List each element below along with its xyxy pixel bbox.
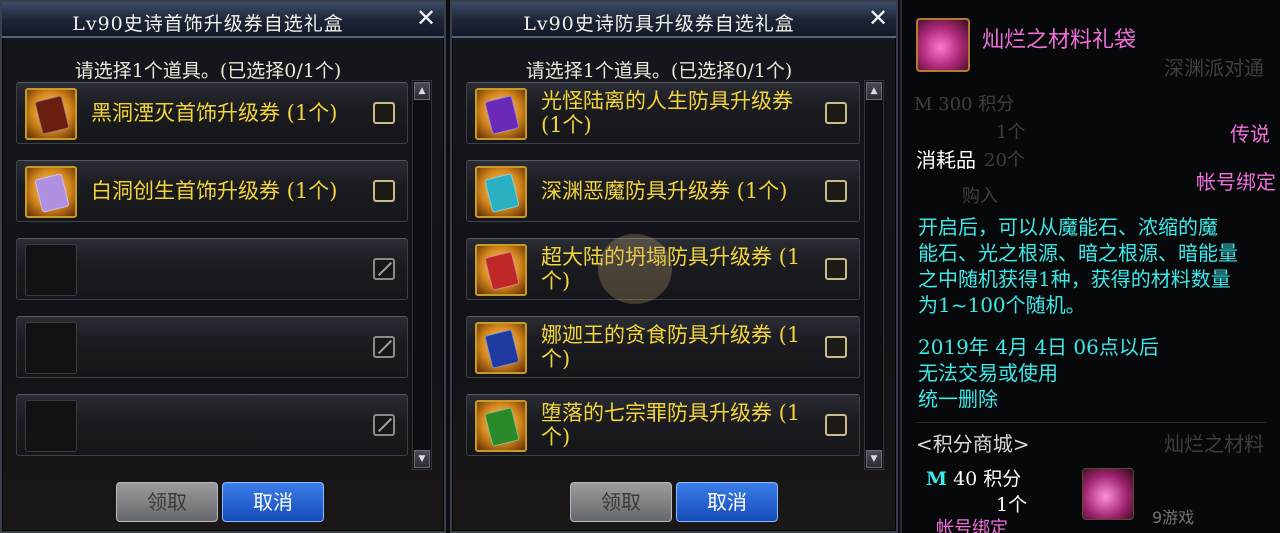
- ghost-text: 20个: [984, 150, 1025, 171]
- take-button[interactable]: 领取: [570, 482, 672, 522]
- expiry-notice: 2019年 4月 4日 06点以后 无法交易或使用 统一删除: [918, 334, 1159, 412]
- price-quantity: 1个: [996, 494, 1028, 516]
- close-icon[interactable]: ✕: [866, 4, 890, 32]
- select-checkbox[interactable]: [373, 180, 395, 202]
- item-label: 光怪陆离的人生防具升级券 (1个): [541, 89, 793, 137]
- list-item[interactable]: [16, 238, 408, 300]
- scroll-up-arrow-icon[interactable]: ▲: [866, 82, 882, 100]
- upgrade-ticket-icon: [475, 244, 527, 296]
- price-value: 40 积分: [953, 468, 1022, 490]
- select-checkbox[interactable]: [825, 258, 847, 280]
- item-grade: 传说: [1230, 122, 1270, 146]
- ghost-text: 深渊派对通: [1164, 56, 1264, 80]
- description-line: 为1~100个随机。: [918, 293, 1086, 317]
- ticket-card-icon: [484, 173, 520, 213]
- cancel-button[interactable]: 取消: [676, 482, 778, 522]
- description-line: 之中随机获得1种，获得的材料数量: [918, 267, 1231, 291]
- scroll-down-arrow-icon[interactable]: ▼: [866, 450, 882, 468]
- disabled-checkbox-icon: [373, 258, 395, 280]
- ghost-text: 购入: [962, 186, 998, 207]
- list-item[interactable]: 光怪陆离的人生防具升级券 (1个): [466, 82, 860, 144]
- expiry-line: 统一删除: [918, 387, 998, 411]
- select-checkbox[interactable]: [825, 180, 847, 202]
- upgrade-ticket-icon: [475, 88, 527, 140]
- ghost-text: 灿烂之材料: [1164, 432, 1264, 456]
- item-description: 开启后，可以从魔能石、浓缩的魔 能石、光之根源、暗之根源、暗能量 之中随机获得1…: [918, 214, 1278, 318]
- expiry-line: 2019年 4月 4日 06点以后: [918, 335, 1159, 359]
- item-list: 光怪陆离的人生防具升级券 (1个) 深渊恶魔防具升级券 (1个) 超大陆的坍塌防具升…: [466, 82, 860, 472]
- select-checkbox[interactable]: [825, 414, 847, 436]
- mall-label: <积分商城>: [916, 432, 1030, 456]
- watermark-text: 9游戏: [1152, 508, 1195, 527]
- dialog-title: Lv90史诗首饰升级券自选礼盒: [72, 13, 344, 35]
- upgrade-ticket-icon: [25, 88, 77, 140]
- item-label: 超大陆的坍塌防具升级券 (1个): [541, 245, 801, 293]
- description-line: 能石、光之根源、暗之根源、暗能量: [918, 241, 1238, 265]
- scrollbar[interactable]: ▲ ▼: [412, 80, 432, 470]
- cancel-button[interactable]: 取消: [222, 482, 324, 522]
- ghost-text: 1个: [996, 122, 1026, 143]
- dialog-accessory-selectbox: Lv90史诗首饰升级券自选礼盒 ✕ 请选择1个道具。(已选择0/1个) 黑洞湮灭…: [0, 0, 446, 533]
- item-binding: 帐号绑定: [1196, 170, 1276, 194]
- item-list: 黑洞湮灭首饰升级券 (1个) 白洞创生首饰升级券 (1个): [16, 82, 408, 472]
- selection-prompt: 请选择1个道具。(已选择0/1个): [74, 60, 342, 82]
- divider: [916, 422, 1266, 423]
- list-item[interactable]: 堕落的七宗罪防具升级券 (1个): [466, 394, 860, 456]
- dialog-titlebar[interactable]: Lv90史诗防具升级券自选礼盒 ✕: [452, 2, 896, 38]
- item-label: 深渊恶魔防具升级券 (1个): [541, 179, 788, 203]
- upgrade-ticket-icon: [475, 322, 527, 374]
- item-name: 灿烂之材料礼袋: [982, 28, 1137, 53]
- material-bag-small-icon[interactable]: [1082, 468, 1134, 520]
- upgrade-ticket-icon: [25, 166, 77, 218]
- close-icon[interactable]: ✕: [414, 4, 438, 32]
- ticket-card-icon: [484, 95, 520, 135]
- ticket-card-icon: [484, 329, 520, 369]
- empty-slot-icon: [25, 322, 77, 374]
- dialog-armor-selectbox: Lv90史诗防具升级券自选礼盒 ✕ 请选择1个道具。(已选择0/1个) 光怪陆离…: [450, 0, 898, 533]
- mileage-m-icon: M: [926, 468, 948, 490]
- ticket-card-icon: [34, 95, 70, 135]
- empty-slot-icon: [25, 400, 77, 452]
- item-label: 白洞创生首饰升级券 (1个): [91, 179, 338, 203]
- item-category: 消耗品: [916, 148, 976, 172]
- description-line: 开启后，可以从魔能石、浓缩的魔: [918, 215, 1218, 239]
- item-label: 娜迦王的贪食防具升级券 (1个): [541, 323, 801, 371]
- list-item[interactable]: [16, 394, 408, 456]
- dialog-title: Lv90史诗防具升级券自选礼盒: [523, 13, 795, 35]
- price-row: M 40 积分: [926, 464, 1021, 491]
- disabled-checkbox-icon: [373, 414, 395, 436]
- list-item[interactable]: 白洞创生首饰升级券 (1个): [16, 160, 408, 222]
- scroll-up-arrow-icon[interactable]: ▲: [414, 82, 430, 100]
- disabled-checkbox-icon: [373, 336, 395, 358]
- material-bag-icon: [916, 18, 970, 72]
- bottom-binding: 帐号绑定: [936, 518, 1008, 533]
- select-checkbox[interactable]: [825, 102, 847, 124]
- upgrade-ticket-icon: [475, 166, 527, 218]
- list-item[interactable]: 黑洞湮灭首饰升级券 (1个): [16, 82, 408, 144]
- selection-prompt: 请选择1个道具。(已选择0/1个): [525, 60, 793, 82]
- item-tooltip: 深渊派对通 M 300 积分 1个 20个 购入 灿烂之材料礼袋 传说 消耗品 …: [900, 0, 1280, 533]
- select-checkbox[interactable]: [373, 102, 395, 124]
- upgrade-ticket-icon: [475, 400, 527, 452]
- select-checkbox[interactable]: [825, 336, 847, 358]
- scroll-down-arrow-icon[interactable]: ▼: [414, 450, 430, 468]
- empty-slot-icon: [25, 244, 77, 296]
- list-item[interactable]: 深渊恶魔防具升级券 (1个): [466, 160, 860, 222]
- take-button[interactable]: 领取: [116, 482, 218, 522]
- scrollbar[interactable]: ▲ ▼: [864, 80, 884, 470]
- expiry-line: 无法交易或使用: [918, 361, 1058, 385]
- ticket-card-icon: [484, 251, 520, 291]
- item-label: 堕落的七宗罪防具升级券 (1个): [541, 401, 801, 449]
- list-item[interactable]: [16, 316, 408, 378]
- ticket-card-icon: [34, 173, 70, 213]
- dialog-titlebar[interactable]: Lv90史诗首饰升级券自选礼盒 ✕: [2, 2, 444, 38]
- ghost-text: M 300 积分: [914, 94, 1015, 115]
- item-label: 黑洞湮灭首饰升级券 (1个): [91, 101, 338, 125]
- list-item[interactable]: 超大陆的坍塌防具升级券 (1个): [466, 238, 860, 300]
- ticket-card-icon: [484, 407, 520, 447]
- list-item[interactable]: 娜迦王的贪食防具升级券 (1个): [466, 316, 860, 378]
